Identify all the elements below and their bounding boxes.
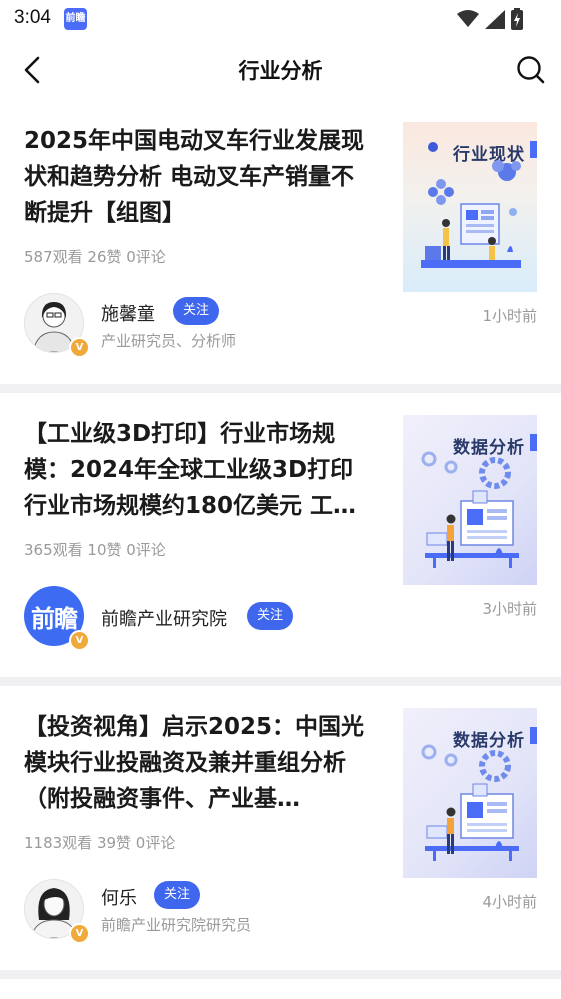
follow-button[interactable]: 关注 [173,297,220,325]
top-navigation-bar: 行业分析 [0,38,561,100]
author-name[interactable]: 何乐 [101,884,137,910]
article-thumbnail[interactable]: 行业现状 [403,122,537,292]
data-analysis-illustration [421,744,519,861]
author-role: 产业研究员、分析师 [101,332,237,350]
verified-badge: V [69,630,90,651]
article-card[interactable]: 【工业级3D打印】行业市场规模：2024年全球工业级3D打印行业市场规模约180… [0,393,561,677]
article-card[interactable]: 2025年中国电动叉车行业发展现状和趋势分析 电动叉车产销量不断提升【组图】 5… [0,100,561,384]
search-icon [517,56,545,84]
section-divider [0,970,561,979]
status-time: 3:04 [14,7,51,28]
article-title[interactable]: 2025年中国电动叉车行业发展现状和趋势分析 电动叉车产销量不断提升【组图】 [24,123,369,231]
author-role: 前瞻产业研究院研究员 [101,916,252,934]
status-bar: 3:04 前瞻 [0,0,561,38]
article-stats: 587观看 26赞 0评论 [24,248,166,266]
verified-badge: V [69,337,90,358]
publish-time: 1小时前 [482,307,537,325]
data-analysis-illustration [421,451,519,568]
signal-icon [485,9,505,29]
app-notification-icon: 前瞻 [64,8,87,30]
follow-button[interactable]: 关注 [154,881,201,909]
article-stats: 365观看 10赞 0评论 [24,541,166,559]
page-title: 行业分析 [238,59,323,83]
battery-icon [511,8,523,30]
author-name[interactable]: 前瞻产业研究院 [101,605,227,631]
article-thumbnail[interactable]: 数据分析 [403,708,537,878]
verified-badge: V [69,923,90,944]
author-name[interactable]: 施馨童 [101,300,155,326]
industry-illustration [421,142,521,268]
search-button[interactable] [513,52,549,88]
article-card[interactable]: 【投资视角】启示2025：中国光模块行业投融资及兼并重组分析（附投融资事件、产业… [0,686,561,970]
status-icons [457,8,523,30]
article-thumbnail[interactable]: 数据分析 [403,415,537,585]
publish-time: 3小时前 [482,600,537,618]
article-title[interactable]: 【工业级3D打印】行业市场规模：2024年全球工业级3D打印行业市场规模约180… [24,416,369,524]
wifi-icon [457,10,479,27]
article-title[interactable]: 【投资视角】启示2025：中国光模块行业投融资及兼并重组分析（附投融资事件、产业… [24,709,369,817]
article-stats: 1183观看 39赞 0评论 [24,834,176,852]
publish-time: 4小时前 [482,893,537,911]
follow-button[interactable]: 关注 [247,602,294,630]
section-divider [0,384,561,393]
section-divider [0,677,561,686]
